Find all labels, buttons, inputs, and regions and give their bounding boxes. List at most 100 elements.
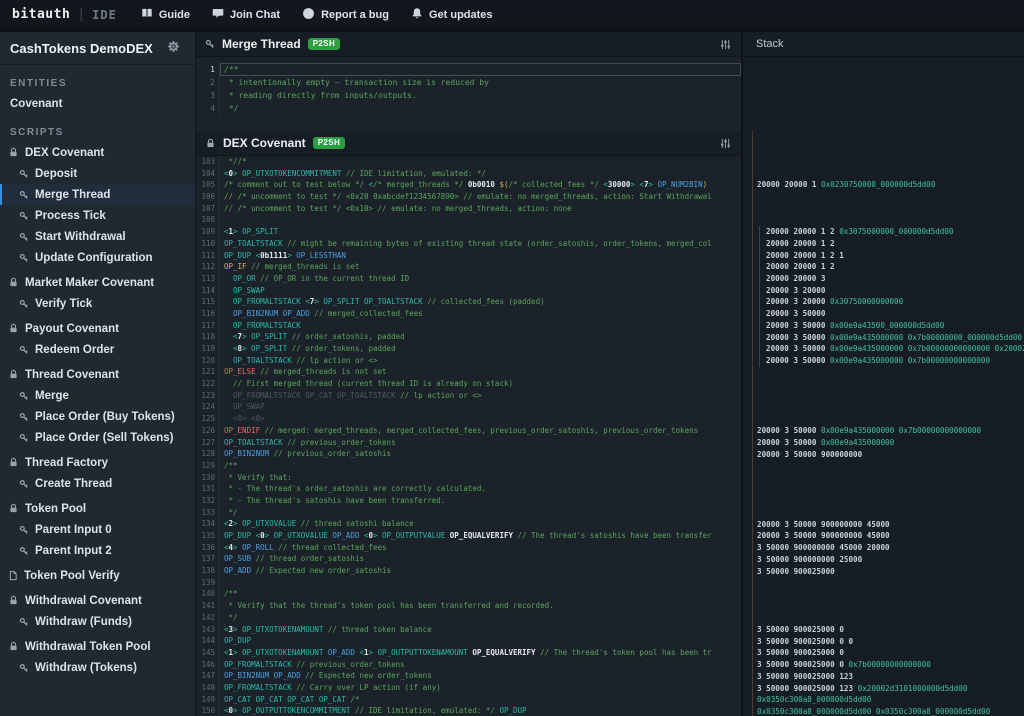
code-line[interactable]: 109 <1> OP_SPLIT xyxy=(196,226,741,238)
logo-ide-text: IDE xyxy=(92,7,117,22)
sidebar-item-place-order-sell-tokens[interactable]: Place Order (Sell Tokens) xyxy=(0,427,195,448)
line-number: 113 xyxy=(196,272,220,285)
stack-row: 20000 3 50000 0x00e9a435000000 0x7b00000… xyxy=(766,344,1024,354)
code-line[interactable]: 2 * intentionally empty — transaction si… xyxy=(196,76,741,89)
gear-icon[interactable] xyxy=(167,40,180,56)
code-line[interactable]: 4 */ xyxy=(196,102,741,115)
sidebar-item-process-tick[interactable]: Process Tick xyxy=(0,205,195,226)
code-line[interactable]: 107 // /* uncomment to test */ <0x10> // … xyxy=(196,202,741,215)
sidebar-item-label: Deposit xyxy=(35,167,78,180)
sidebar-item-token-pool-verify[interactable]: Token Pool Verify xyxy=(0,565,195,586)
sidebar-item-redeem-order[interactable]: Redeem Order xyxy=(0,339,195,360)
code-line[interactable]: 112 OP_IF // merged_threads is set xyxy=(196,261,741,273)
sidebar-item-withdrawal-covenant[interactable]: Withdrawal Covenant xyxy=(0,590,195,611)
code-line[interactable]: 123 OP_FROMALTSTACK OP_CAT OP_TOALTSTACK… xyxy=(196,389,741,402)
sliders-icon[interactable] xyxy=(720,39,731,50)
code-line[interactable]: 147 OP_BIN2NUM OP_ADD // Expected new ord… xyxy=(196,670,741,682)
code-line[interactable]: 113 OP_OR // OP_OR in the current thread… xyxy=(196,272,741,285)
code-line[interactable]: 1/** xyxy=(196,63,741,76)
code-line[interactable]: 146 OP_FROMALTSTACK // previous_order_tok… xyxy=(196,658,741,671)
code-line[interactable]: 111 OP_DUP <0b1111> OP_LESSTHAN xyxy=(196,249,741,262)
code-line[interactable]: 129 /** xyxy=(196,459,741,472)
code-line[interactable]: 143 <3> OP_UTXOTOKENAMOUNT // thread toke… xyxy=(196,623,741,636)
code-line[interactable]: 150 <0> OP_OUTPUTTOKENCOMMITMENT // IDE l… xyxy=(196,705,741,716)
sidebar-item-token-pool[interactable]: Token Pool xyxy=(0,498,195,519)
code-line[interactable]: 110 OP_TOALTSTACK // might be remaining b… xyxy=(196,237,741,250)
code-content: * - The thread's order_satoshis are corr… xyxy=(224,484,486,494)
sidebar-item-dex-covenant[interactable]: DEX Covenant xyxy=(0,142,195,163)
sidebar-item-verify-tick[interactable]: Verify Tick xyxy=(0,293,195,314)
sidebar-item-label: Market Maker Covenant xyxy=(25,276,155,289)
code-line[interactable]: 141 * Verify that the thread's token poo… xyxy=(196,600,741,612)
sidebar-item-deposit[interactable]: Deposit xyxy=(0,163,195,184)
code-line[interactable]: 144 OP_DUP xyxy=(196,635,741,647)
sidebar-item-thread-factory[interactable]: Thread Factory xyxy=(0,452,195,473)
nav-item-get-updates[interactable]: Get updates xyxy=(411,7,493,22)
code-line[interactable]: 145 <1> OP_UTXOTOKENAMOUNT OP_ADD <1> OP_… xyxy=(196,646,741,659)
sidebar-item-covenant[interactable]: Covenant xyxy=(0,93,195,114)
bitauth-logo[interactable]: bitauth | IDE xyxy=(12,7,117,22)
sidebar-item-start-withdrawal[interactable]: Start Withdrawal xyxy=(0,226,195,247)
line-number: 145 xyxy=(196,646,220,659)
code-line[interactable]: 126 OP_ENDIF // merged: merged_threads, m… xyxy=(196,424,741,437)
code-line[interactable]: 122 // First merged thread (current thre… xyxy=(196,378,741,390)
code-content: /** xyxy=(224,460,238,470)
sidebar-item-place-order-buy-tokens[interactable]: Place Order (Buy Tokens) xyxy=(0,406,195,427)
line-number: 106 xyxy=(196,191,220,203)
dex-covenant-eval-subheader xyxy=(741,131,1024,156)
code-line[interactable]: 138 OP_ADD // Expected new order_satoshis xyxy=(196,565,741,577)
code-line[interactable]: 108 xyxy=(196,214,741,227)
code-line[interactable]: 121 OP_ELSE // merged_threads is not set xyxy=(196,366,741,379)
code-line[interactable]: 140 /** xyxy=(196,588,741,601)
code-line[interactable]: 130 * Verify that: xyxy=(196,471,741,484)
code-line[interactable]: 133 */ xyxy=(196,506,741,519)
sidebar-item-withdrawal-token-pool[interactable]: Withdrawal Token Pool xyxy=(0,636,195,657)
sidebar-item-withdraw-tokens[interactable]: Withdraw (Tokens) xyxy=(0,657,195,678)
sidebar-item-thread-covenant[interactable]: Thread Covenant xyxy=(0,364,195,385)
sidebar-item-update-configuration[interactable]: Update Configuration xyxy=(0,247,195,268)
code-line[interactable]: 3 * reading directly from inputs/outputs… xyxy=(196,89,741,102)
stack-row: 20000 20000 1 2 xyxy=(766,238,835,248)
sidebar-item-parent-input-2[interactable]: Parent Input 2 xyxy=(0,540,195,561)
nav-item-guide[interactable]: Guide xyxy=(141,7,190,22)
code-line[interactable]: 142 */ xyxy=(196,611,741,624)
code-line[interactable]: 132 * - The thread's satoshis have been … xyxy=(196,494,741,507)
code-line[interactable]: 131 * - The thread's order_satoshis are … xyxy=(196,483,741,495)
code-line[interactable]: 139 xyxy=(196,576,741,589)
code-line[interactable]: 105 /* comment out to test below */ </* m… xyxy=(196,179,741,192)
code-line[interactable]: 118 <7> OP_SPLIT // order_satoshis, padd… xyxy=(196,331,741,343)
code-line[interactable]: 124 OP_SWAP xyxy=(196,401,741,414)
merge-thread-editor[interactable]: 1/** 2 * intentionally empty — transactio… xyxy=(196,57,741,131)
sliders-icon[interactable] xyxy=(720,138,731,149)
code-line[interactable]: 128 OP_BIN2NUM // previous_order_satoshis xyxy=(196,448,741,460)
lock-icon xyxy=(205,138,216,149)
code-line[interactable]: 125 <0> <0> xyxy=(196,413,741,425)
bell-icon xyxy=(411,7,423,22)
code-line[interactable]: 103 *//* xyxy=(196,156,741,168)
sidebar-item-parent-input-0[interactable]: Parent Input 0 xyxy=(0,519,195,540)
code-line[interactable]: 114 OP_SWAP xyxy=(196,284,741,297)
code-line[interactable]: 104 <0> OP_UTXOTOKENCOMMITMENT // IDE lim… xyxy=(196,167,741,180)
code-line[interactable]: 134 <2> OP_UTXOVALUE // thread satoshi ba… xyxy=(196,518,741,530)
sidebar-item-market-maker-covenant[interactable]: Market Maker Covenant xyxy=(0,272,195,293)
code-line[interactable]: 116 OP_BIN2NUM OP_ADD // merged_collecte… xyxy=(196,307,741,320)
nav-item-report-a-bug[interactable]: Report a bug xyxy=(302,7,389,23)
code-line[interactable]: 149 OP_CAT OP_CAT OP_CAT OP_CAT /* xyxy=(196,693,741,706)
code-line[interactable]: 127 OP_TOALTSTACK // previous_order_token… xyxy=(196,436,741,449)
code-line[interactable]: 136 <4> OP_ROLL // thread collected_fees xyxy=(196,541,741,554)
sidebar-item-merge[interactable]: Merge xyxy=(0,385,195,406)
sidebar-item-payout-covenant[interactable]: Payout Covenant xyxy=(0,318,195,339)
code-line[interactable]: 135 OP_DUP <0> OP_UTXOVALUE OP_ADD <0> OP… xyxy=(196,530,741,542)
code-line[interactable]: 119 <8> OP_SPLIT // order_tokens, padded xyxy=(196,343,741,355)
sidebar-item-create-thread[interactable]: Create Thread xyxy=(0,473,195,494)
code-line[interactable]: 120 OP_TOALTSTACK // lp action or <> xyxy=(196,354,741,367)
sidebar-item-merge-thread[interactable]: Merge Thread xyxy=(0,184,195,205)
code-line[interactable]: 137 OP_SUB // thread order_satoshis xyxy=(196,553,741,566)
code-line[interactable]: 106 // /* uncomment to test */ <0x20 0xab… xyxy=(196,191,741,203)
sidebar-item-withdraw-funds[interactable]: Withdraw (Funds) xyxy=(0,611,195,632)
nav-item-join-chat[interactable]: Join Chat xyxy=(212,7,280,22)
code-line[interactable]: 115 OP_FROMALTSTACK <7> OP_SPLIT OP_TOAL… xyxy=(196,296,741,308)
dex-covenant-editor[interactable]: 103 *//* 104 <0> OP_UTXOTOKENCOMMITMENT //… xyxy=(196,156,741,716)
code-line[interactable]: 117 OP_FROMALTSTACK xyxy=(196,319,741,332)
code-line[interactable]: 148 OP_FROMALTSTACK // Carry over LP acti… xyxy=(196,681,741,694)
